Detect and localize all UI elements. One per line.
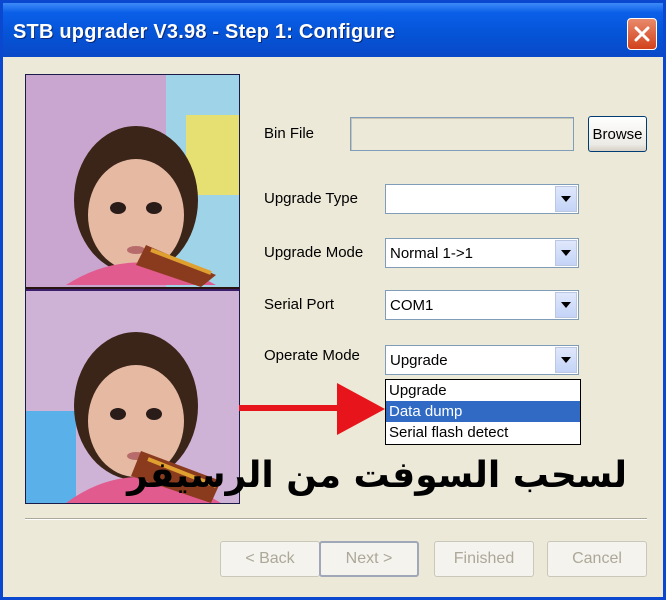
upgrade-mode-combo[interactable]: Normal 1->1 bbox=[385, 238, 579, 268]
upgrade-type-combo[interactable] bbox=[385, 184, 579, 214]
serial-port-combo[interactable]: COM1 bbox=[385, 290, 579, 320]
cancel-button[interactable]: Cancel bbox=[547, 541, 647, 577]
serial-port-label: Serial Port bbox=[264, 296, 335, 313]
dropdown-option-upgrade[interactable]: Upgrade bbox=[386, 380, 580, 401]
window-title: STB upgrader V3.98 - Step 1: Configure bbox=[13, 21, 396, 43]
serial-port-value: COM1 bbox=[390, 297, 434, 314]
chevron-down-icon bbox=[561, 196, 571, 202]
bin-file-label: Bin File bbox=[264, 125, 315, 142]
operate-mode-value: Upgrade bbox=[390, 352, 448, 369]
upgrade-mode-value: Normal 1->1 bbox=[390, 245, 473, 262]
banner-photos bbox=[25, 74, 240, 504]
title-bar[interactable]: STB upgrader V3.98 - Step 1: Configure bbox=[3, 3, 663, 57]
operate-mode-label: Operate Mode bbox=[264, 347, 360, 364]
serial-port-dropdown-button[interactable] bbox=[555, 292, 577, 318]
divider bbox=[25, 518, 647, 520]
dropdown-option-serial-flash-detect[interactable]: Serial flash detect bbox=[386, 422, 580, 443]
upgrade-type-label: Upgrade Type bbox=[264, 190, 358, 207]
operate-mode-dropdown-button[interactable] bbox=[555, 347, 577, 373]
arabic-annotation: لسحب السوفت من الرسيفر bbox=[127, 455, 627, 496]
chevron-down-icon bbox=[561, 357, 571, 363]
chevron-down-icon bbox=[561, 250, 571, 256]
next-button[interactable]: Next > bbox=[319, 541, 419, 577]
close-icon bbox=[634, 26, 650, 42]
red-arrow-icon bbox=[239, 383, 385, 435]
close-button[interactable] bbox=[627, 18, 657, 50]
finished-button[interactable]: Finished bbox=[434, 541, 534, 577]
operate-mode-dropdown-list: Upgrade Data dump Serial flash detect bbox=[385, 379, 581, 445]
bin-file-field[interactable] bbox=[350, 117, 574, 151]
upgrade-mode-dropdown-button[interactable] bbox=[555, 240, 577, 266]
upgrade-mode-label: Upgrade Mode bbox=[264, 244, 364, 261]
browse-button[interactable]: Browse bbox=[588, 116, 647, 152]
child-photo-top bbox=[26, 75, 239, 287]
upgrade-type-dropdown-button[interactable] bbox=[555, 186, 577, 212]
operate-mode-combo[interactable]: Upgrade bbox=[385, 345, 579, 375]
back-button[interactable]: < Back bbox=[220, 541, 320, 577]
dropdown-option-data-dump[interactable]: Data dump bbox=[386, 401, 580, 422]
dialog-content: Bin File Browse Upgrade Type Upgrade Mod… bbox=[3, 57, 663, 597]
chevron-down-icon bbox=[561, 302, 571, 308]
dialog-window: STB upgrader V3.98 - Step 1: Configure B… bbox=[0, 0, 666, 600]
